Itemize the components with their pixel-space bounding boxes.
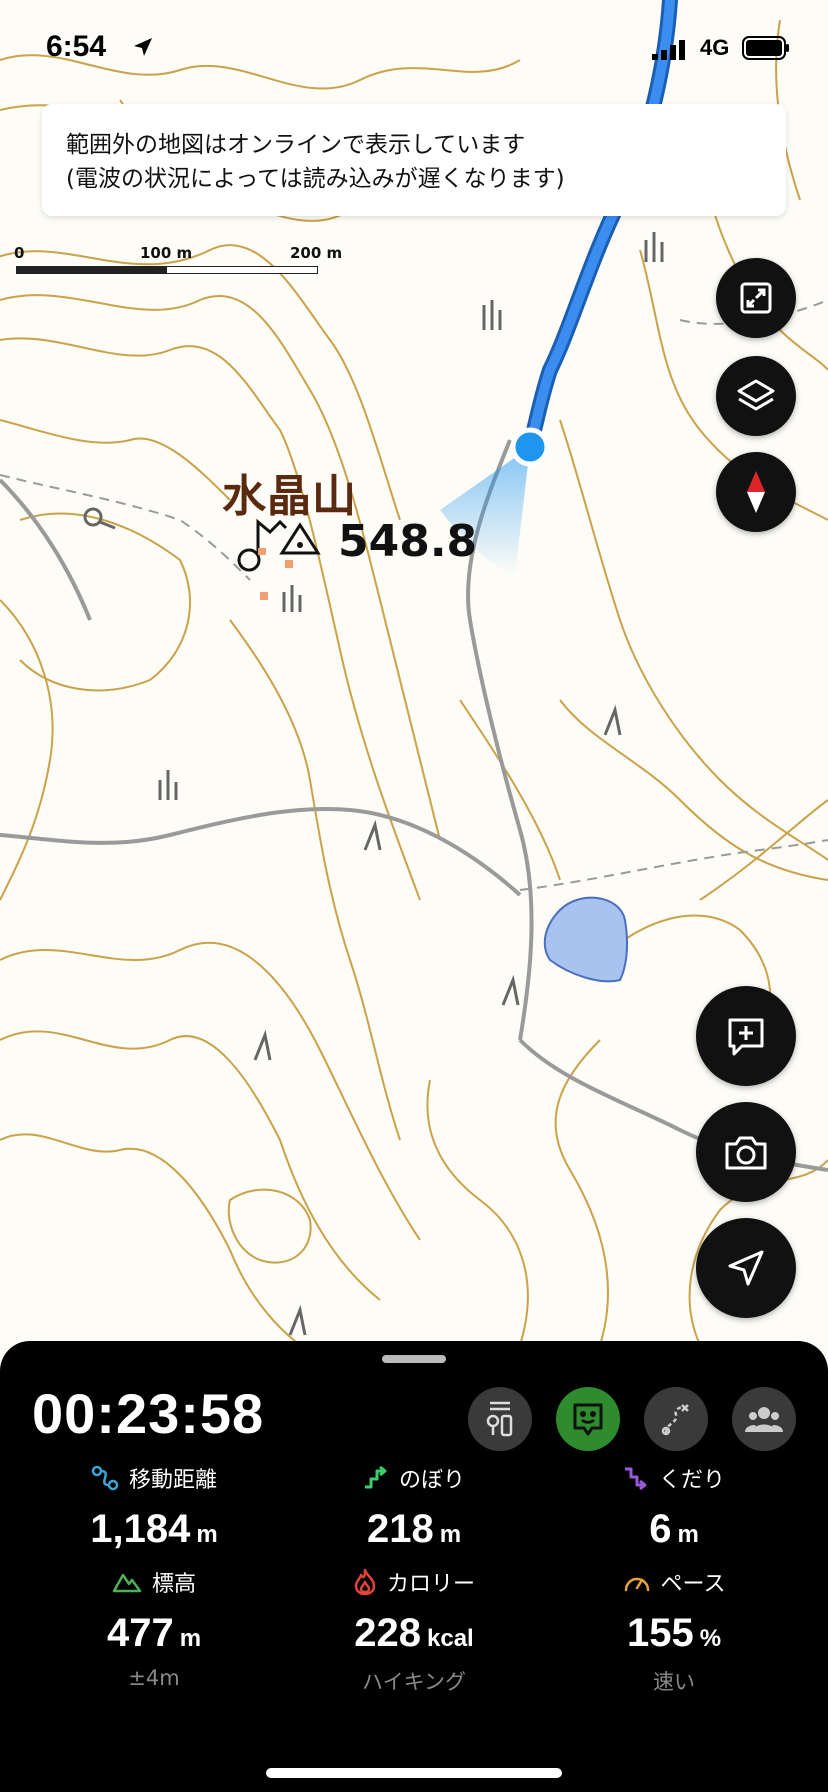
- home-indicator[interactable]: [266, 1768, 562, 1778]
- ascent-unit: m: [439, 1521, 462, 1548]
- descent-value: 6: [649, 1507, 672, 1551]
- ascent-icon: [364, 1465, 387, 1489]
- route-button[interactable]: [644, 1387, 708, 1451]
- notice-line-1: 範囲外の地図はオンラインで表示しています: [66, 132, 526, 158]
- smile-tag-icon: [573, 1403, 603, 1436]
- pace-value: 155: [626, 1611, 694, 1655]
- add-memo-icon: [728, 1018, 764, 1056]
- scale-label-zero: 0: [14, 244, 25, 262]
- group-icon: [745, 1407, 783, 1432]
- descent-label: くだり: [658, 1468, 725, 1493]
- peak-name-label: 水晶山: [222, 471, 357, 522]
- expand-button[interactable]: [716, 258, 796, 338]
- distance-unit: m: [196, 1521, 218, 1548]
- offline-map-notice: 範囲外の地図はオンラインで表示しています (電波の状況によっては読み込みが遅くな…: [42, 104, 786, 216]
- status-share-button[interactable]: [556, 1387, 620, 1451]
- altitude-value: 477: [106, 1611, 174, 1655]
- distance-value: 1,184: [90, 1507, 191, 1551]
- stat-distance: 移動距離 1,184 m: [16, 1463, 292, 1552]
- camera-button[interactable]: [696, 1102, 796, 1202]
- stat-calorie: カロリー 228 kcal ハイキング: [276, 1567, 552, 1696]
- calorie-label: カロリー: [386, 1572, 475, 1597]
- compass-button[interactable]: [716, 452, 796, 532]
- notice-line-2: (電波の状況によっては読み込みが遅くなります): [66, 166, 565, 192]
- peak-elevation-label: 548.8: [338, 516, 478, 567]
- panel-drag-handle[interactable]: [382, 1355, 446, 1363]
- stat-altitude: 標高 477 m ±4m: [16, 1567, 292, 1690]
- clock: 6:54: [46, 30, 107, 63]
- calorie-unit: kcal: [427, 1625, 474, 1652]
- stat-pace: ペース 155% 速い: [536, 1567, 812, 1696]
- distance-label: 移動距離: [128, 1468, 217, 1493]
- descent-icon: [624, 1467, 647, 1491]
- descent-unit: m: [677, 1521, 699, 1548]
- stat-ascent: のぼり 218 m: [276, 1463, 552, 1552]
- scale-label-max: 200 m: [290, 244, 343, 262]
- checkpoint-icon: [486, 1401, 513, 1437]
- network-type: 4G: [700, 35, 730, 60]
- compass-icon: [747, 471, 765, 513]
- speedometer-icon: [624, 1577, 649, 1592]
- altitude-unit: m: [179, 1625, 202, 1652]
- signal-icon: [652, 40, 685, 60]
- layers-icon: [737, 379, 775, 411]
- distance-icon: [91, 1465, 119, 1491]
- pace-rating: 速い: [653, 1670, 695, 1694]
- activity-type: ハイキング: [362, 1670, 466, 1694]
- navigation-arrow-icon: [728, 1250, 764, 1286]
- mountain-icon: [112, 1573, 142, 1593]
- elapsed-timer: 00:23:58: [32, 1382, 265, 1445]
- pace-label: ペース: [660, 1572, 726, 1597]
- ascent-value: 218: [366, 1507, 434, 1551]
- locate-button[interactable]: [696, 1218, 796, 1318]
- camera-icon: [725, 1136, 767, 1170]
- expand-icon: [740, 282, 772, 314]
- ascent-label: のぼり: [398, 1468, 465, 1493]
- altitude-label: 標高: [151, 1572, 196, 1597]
- scale-label-mid: 100 m: [140, 244, 193, 262]
- pace-unit: %: [699, 1625, 722, 1652]
- status-bar: 6:54 4G: [0, 0, 828, 100]
- battery-icon: [742, 36, 789, 60]
- route-icon: [661, 1404, 689, 1436]
- altitude-accuracy: ±4m: [128, 1666, 180, 1690]
- stat-descent: くだり 6m: [536, 1463, 812, 1552]
- scale-bar-line: [16, 266, 318, 274]
- current-location-marker: [510, 427, 550, 467]
- flame-icon: [354, 1568, 376, 1596]
- add-memo-button[interactable]: [696, 986, 796, 1086]
- layers-button[interactable]: [716, 356, 796, 436]
- group-button[interactable]: [732, 1387, 796, 1451]
- calorie-value: 228: [354, 1611, 422, 1655]
- location-arrow-icon: [134, 38, 152, 56]
- checkpoint-button[interactable]: [468, 1387, 532, 1451]
- activity-panel: 00:23:58 移動距離 1,184 m のぼり 218 m くだり 6 m …: [0, 1341, 828, 1792]
